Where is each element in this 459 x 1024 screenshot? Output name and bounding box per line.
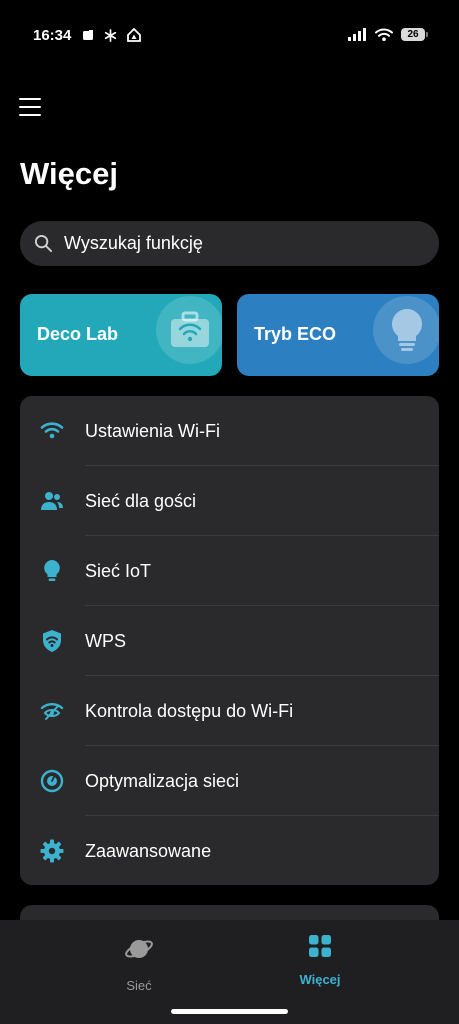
shield-wifi-icon: [43, 630, 61, 652]
menu-item-label: WPS: [85, 630, 127, 651]
lightbulb-icon: [373, 296, 439, 364]
menu-item-advanced[interactable]: Zaawansowane: [20, 816, 439, 886]
menu-item-wifi-access-control[interactable]: Kontrola dostępu do Wi-Fi: [20, 676, 439, 746]
search-icon: [34, 234, 53, 253]
menu-item-label: Optymalizacja sieci: [85, 770, 240, 791]
guests-icon: [41, 492, 63, 510]
notification-icons: [82, 28, 141, 42]
search-input[interactable]: [62, 232, 406, 255]
search-bar[interactable]: [20, 221, 439, 266]
grid-icon: [309, 935, 331, 957]
eco-mode-label: Tryb ECO: [254, 324, 337, 344]
home-app-icon: [127, 28, 141, 42]
home-indicator[interactable]: [171, 1009, 288, 1014]
menu-item-network-optimization[interactable]: Optymalizacja sieci: [20, 746, 439, 816]
menu-item-label: Ustawienia Wi-Fi: [85, 420, 221, 441]
toolbox-wifi-icon: [156, 296, 222, 364]
menu-button[interactable]: [19, 98, 41, 116]
menu-item-wps[interactable]: WPS: [20, 606, 439, 676]
tab-network-label: Sieć: [126, 978, 152, 993]
menu-item-guest-network[interactable]: Sieć dla gości: [20, 466, 439, 536]
page-title: Więcej: [20, 156, 118, 191]
planet-icon: [125, 940, 153, 958]
menu-item-iot-network[interactable]: Sieć IoT: [20, 536, 439, 606]
snowflake-icon: [104, 28, 117, 42]
tab-more-label: Więcej: [299, 972, 341, 987]
tab-more[interactable]: Więcej: [260, 934, 380, 987]
deco-lab-tile[interactable]: Deco Lab: [20, 294, 222, 376]
eco-mode-tile[interactable]: Tryb ECO: [237, 294, 439, 376]
system-icons: 26: [348, 28, 428, 41]
optimize-icon: [40, 769, 64, 793]
menu-item-label: Kontrola dostępu do Wi-Fi: [85, 700, 294, 721]
wifi-icon: [40, 422, 64, 439]
tab-network[interactable]: Sieć: [79, 934, 199, 993]
wifi-status-icon: [375, 28, 393, 41]
status-bar: 16:34 26: [0, 0, 459, 70]
battery-indicator: 26: [401, 28, 428, 41]
signal-icon: [348, 28, 366, 41]
bulb-icon: [44, 560, 60, 581]
hamburger-icon: [19, 98, 41, 100]
wifi-eye-icon: [40, 703, 64, 720]
deco-lab-label: Deco Lab: [37, 324, 119, 344]
settings-menu-card: Ustawienia Wi-Fi Sieć dla gości Sieć IoT…: [20, 396, 439, 885]
menu-item-label: Zaawansowane: [85, 840, 212, 861]
status-time: 16:34: [33, 27, 72, 44]
menu-item-wifi-settings[interactable]: Ustawienia Wi-Fi: [20, 396, 439, 466]
notification-square-icon: [83, 30, 93, 40]
menu-item-label: Sieć IoT: [85, 560, 152, 581]
menu-item-label: Sieć dla gości: [85, 490, 197, 511]
gear-icon: [40, 839, 64, 863]
